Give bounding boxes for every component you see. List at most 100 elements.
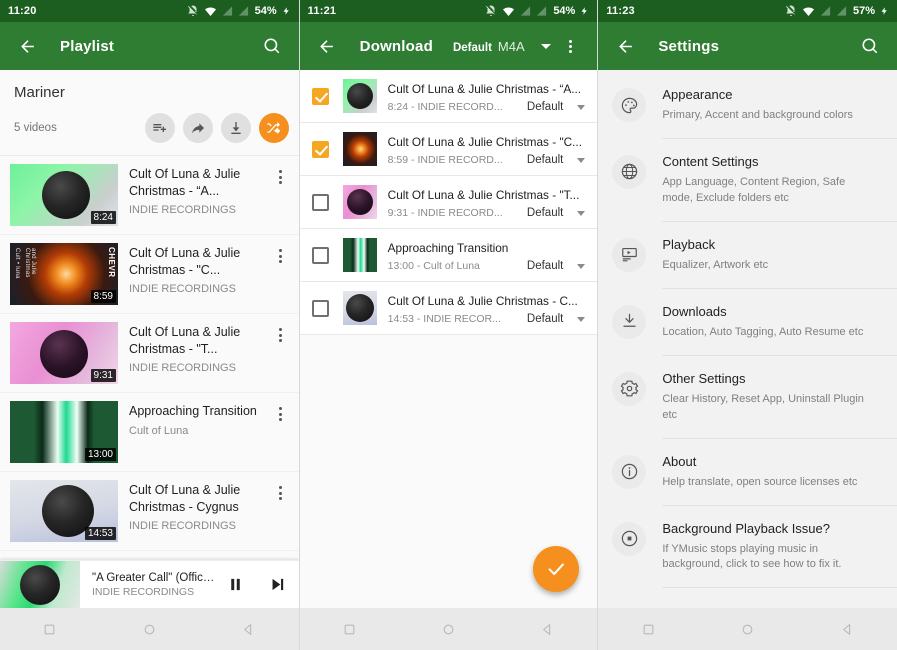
chevron-down-icon[interactable] [577, 211, 585, 216]
triangle-back-icon[interactable] [832, 623, 862, 636]
more-vert-icon[interactable] [271, 401, 291, 421]
row-checkbox[interactable] [312, 300, 329, 317]
duration-badge: 8:59 [91, 290, 116, 303]
video-channel: INDIE RECORDINGS [129, 520, 269, 532]
row-thumbnail [343, 185, 377, 219]
search-icon[interactable] [257, 31, 287, 61]
setting-title: Other Settings [662, 371, 745, 386]
record-icon [612, 522, 646, 556]
share-icon[interactable] [183, 113, 213, 143]
table-row[interactable]: Cult Of Luna & Julie Christmas - "C... 8… [300, 123, 598, 176]
back-arrow-icon[interactable] [312, 31, 342, 61]
sidebar-item-content-settings[interactable]: Content Settings App Language, Content R… [598, 139, 897, 221]
more-vert-icon[interactable] [271, 243, 291, 263]
setting-subtitle: App Language, Content Region, Safe mode,… [662, 175, 852, 207]
video-thumbnail: 13:00 [10, 401, 118, 463]
bell-off-icon [485, 5, 497, 17]
sidebar-item-downloads[interactable]: Downloads Location, Auto Tagging, Auto R… [598, 289, 897, 355]
row-quality[interactable]: Default [527, 101, 563, 113]
chevron-down-icon[interactable] [577, 158, 585, 163]
table-row[interactable]: Approaching Transition 13:00 - Cult of L… [300, 229, 598, 282]
sidebar-item-about[interactable]: About Help translate, open source licens… [598, 439, 897, 505]
download-icon[interactable] [221, 113, 251, 143]
row-checkbox[interactable] [312, 194, 329, 211]
row-checkbox[interactable] [312, 141, 329, 158]
row-thumbnail [343, 291, 377, 325]
status-clock: 11:23 [606, 5, 635, 17]
video-count: 5 videos [14, 122, 57, 134]
row-quality[interactable]: Default [527, 313, 563, 325]
list-item[interactable]: Cult • lunaand Julie Christmas CHEVR 8:5… [0, 235, 299, 314]
playlist-video-list[interactable]: 8:24 Cult Of Luna & Julie Christmas - “A… [0, 155, 299, 608]
more-vert-icon[interactable] [555, 31, 585, 61]
settings-list[interactable]: Appearance Primary, Accent and backgroun… [598, 70, 897, 608]
back-arrow-icon[interactable] [610, 31, 640, 61]
search-icon[interactable] [855, 31, 885, 61]
setting-subtitle: Clear History, Reset App, Uninstall Plug… [662, 392, 881, 424]
row-quality[interactable]: Default [527, 154, 563, 166]
playlist-screen: 11:20 54% Playlist Mariner [0, 0, 299, 650]
table-row[interactable]: Cult Of Luna & Julie Christmas - "T... 9… [300, 176, 598, 229]
battery-charging-icon [580, 5, 589, 17]
square-icon[interactable] [633, 623, 663, 636]
setting-subtitle: If YMusic stops playing music in backgro… [662, 542, 877, 574]
video-title: Approaching Transition [129, 403, 269, 420]
list-item[interactable]: 13:00 Approaching Transition Cult of Lun… [0, 393, 299, 472]
sidebar-item-other-settings[interactable]: Other Settings Clear History, Reset App,… [598, 356, 897, 438]
chevron-down-icon[interactable] [577, 105, 585, 110]
table-row[interactable]: Cult Of Luna & Julie Christmas - “A... 8… [300, 70, 598, 123]
row-quality[interactable]: Default [527, 260, 563, 272]
check-icon [545, 558, 567, 580]
list-item[interactable]: 8:24 Cult Of Luna & Julie Christmas - “A… [0, 156, 299, 235]
back-arrow-icon[interactable] [12, 31, 42, 61]
status-bar-playlist: 11:20 54% [0, 0, 299, 22]
playlist-appbar: Playlist [0, 22, 299, 70]
setting-title: Background Playback Issue? [662, 521, 830, 536]
chevron-down-icon[interactable] [577, 317, 585, 322]
mini-player[interactable]: "A Greater Call" (Official) INDIE RECORD… [0, 560, 299, 608]
wifi-icon [802, 5, 815, 17]
video-thumbnail: 9:31 [10, 322, 118, 384]
playlist-add-icon[interactable] [145, 113, 175, 143]
chevron-down-icon[interactable] [541, 44, 551, 49]
skip-next-icon[interactable] [257, 576, 299, 593]
triangle-back-icon[interactable] [234, 623, 264, 636]
download-icon [612, 305, 646, 339]
square-icon[interactable] [35, 623, 65, 636]
row-title: Cult Of Luna & Julie Christmas - "T... [388, 188, 580, 202]
sidebar-item-background-playback-issue[interactable]: Background Playback Issue? If YMusic sto… [598, 506, 897, 588]
setting-subtitle: Help translate, open source licenses etc [662, 475, 881, 491]
sidebar-item-appearance[interactable]: Appearance Primary, Accent and backgroun… [598, 72, 897, 138]
setting-subtitle: Equalizer, Artwork etc [662, 258, 881, 274]
circle-icon[interactable] [733, 623, 763, 636]
video-title: Cult Of Luna & Julie Christmas - "C... [129, 245, 269, 278]
more-vert-icon[interactable] [271, 322, 291, 342]
download-item-list[interactable]: Cult Of Luna & Julie Christmas - “A... 8… [300, 70, 598, 608]
format-selector[interactable]: Default M4A [453, 39, 525, 54]
square-icon[interactable] [334, 623, 364, 636]
playlist-header: Mariner [0, 70, 299, 101]
circle-icon[interactable] [434, 623, 464, 636]
row-checkbox[interactable] [312, 247, 329, 264]
row-checkbox[interactable] [312, 88, 329, 105]
triangle-back-icon[interactable] [533, 623, 563, 636]
signal-icon [222, 5, 233, 17]
playlist-name: Mariner [14, 84, 285, 101]
sidebar-item-playback[interactable]: Playback Equalizer, Artwork etc [598, 222, 897, 288]
row-meta: 9:31 - INDIE RECORD... [388, 207, 521, 219]
setting-title: Downloads [662, 304, 726, 319]
circle-icon[interactable] [134, 623, 164, 636]
download-screen: 11:21 54% Download Default M4A [299, 0, 599, 650]
table-row[interactable]: Cult Of Luna & Julie Christmas - C... 14… [300, 282, 598, 335]
chevron-down-icon[interactable] [577, 264, 585, 269]
more-vert-icon[interactable] [271, 164, 291, 184]
row-meta: 14:53 - INDIE RECOR... [388, 313, 521, 325]
video-title: Cult Of Luna & Julie Christmas - “A... [129, 166, 269, 199]
list-item[interactable]: 14:53 Cult Of Luna & Julie Christmas - C… [0, 472, 299, 551]
shuffle-icon[interactable] [259, 113, 289, 143]
pause-icon[interactable] [215, 576, 257, 593]
more-vert-icon[interactable] [271, 480, 291, 500]
video-thumbnail: 8:24 [10, 164, 118, 226]
row-quality[interactable]: Default [527, 207, 563, 219]
list-item[interactable]: 9:31 Cult Of Luna & Julie Christmas - "T… [0, 314, 299, 393]
